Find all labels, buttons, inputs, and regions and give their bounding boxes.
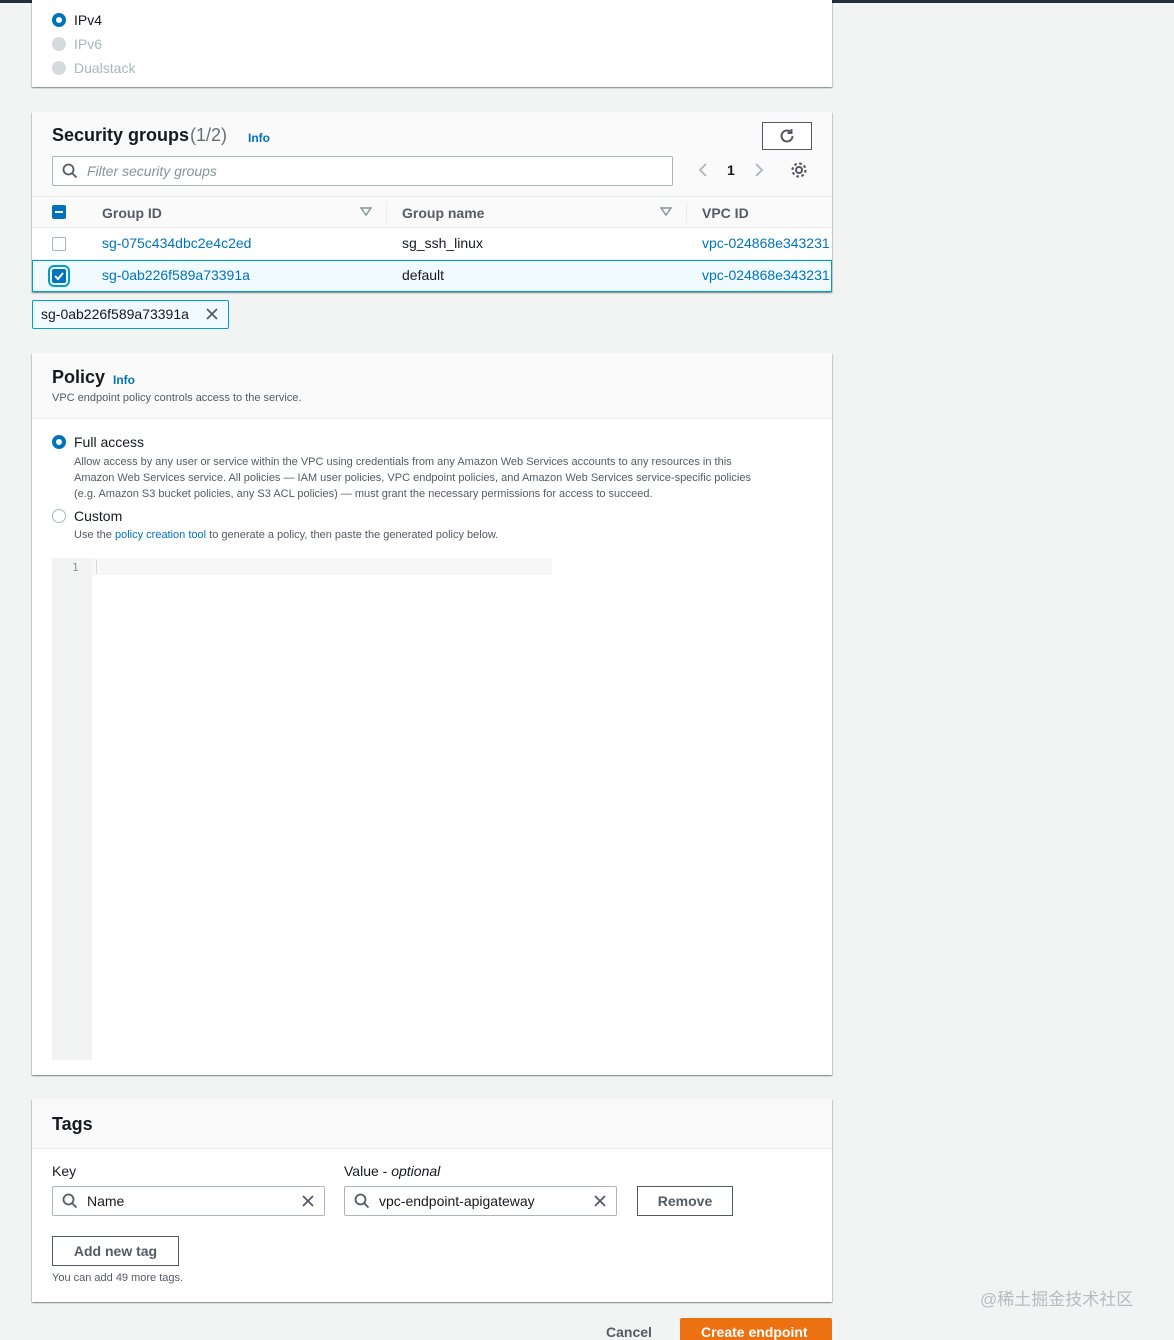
custom-desc-suffix: to generate a policy, then paste the gen… <box>209 529 499 541</box>
refresh-icon <box>780 129 794 143</box>
radio-ipv6-label: IPv6 <box>74 36 103 52</box>
sort-icon[interactable] <box>360 207 372 217</box>
radio-dualstack-label: Dualstack <box>74 60 136 76</box>
tag-value-input[interactable]: vpc-endpoint-apigateway <box>344 1186 617 1216</box>
policy-editor[interactable]: 1 <box>52 558 552 1060</box>
close-icon[interactable] <box>205 307 219 321</box>
search-icon <box>354 1193 370 1209</box>
gear-icon[interactable] <box>790 161 808 179</box>
clear-icon[interactable] <box>301 1194 315 1208</box>
group-id-link[interactable]: sg-075c434dbc2e4c2ed <box>102 235 251 251</box>
security-groups-panel: Security groups (1/2) Info Filter securi… <box>32 112 832 292</box>
search-icon <box>62 163 78 179</box>
tag-key-value: Name <box>87 1193 125 1209</box>
radio-selected-icon <box>52 435 66 449</box>
tags-hint: You can add 49 more tags. <box>52 1272 184 1284</box>
search-icon <box>62 1193 78 1209</box>
table-row-selected[interactable]: sg-0ab226f589a73391a default vpc-024868e… <box>32 260 832 292</box>
group-name-cell: sg_ssh_linux <box>402 235 483 251</box>
add-new-tag-button[interactable]: Add new tag <box>52 1236 179 1266</box>
editor-cursor <box>96 560 97 574</box>
radio-selected-icon <box>52 13 66 27</box>
selection-count: (1/2) <box>190 125 228 145</box>
token-label: sg-0ab226f589a73391a <box>41 306 189 322</box>
radio-unselected-icon <box>52 509 66 523</box>
value-label-text: Value - <box>344 1163 392 1179</box>
custom-description: Use the policy creation tool to generate… <box>74 529 498 541</box>
info-link[interactable]: Info <box>113 373 135 387</box>
tag-key-input[interactable]: Name <box>52 1186 325 1216</box>
row-checkbox[interactable] <box>52 237 66 251</box>
group-id-link[interactable]: sg-0ab226f589a73391a <box>102 267 250 283</box>
full-access-description: Allow access by any user or service with… <box>74 456 732 468</box>
policy-header: Policy Info VPC endpoint policy controls… <box>32 353 832 419</box>
tags-panel: Tags Key Value - optional Name vpc-endpo… <box>32 1099 832 1302</box>
filter-placeholder: Filter security groups <box>87 163 217 179</box>
policy-panel: Policy Info VPC endpoint policy controls… <box>32 353 832 1075</box>
tags-header: Tags <box>32 1099 832 1149</box>
section-title: Policy <box>52 367 106 387</box>
value-label: Value - optional <box>344 1163 440 1179</box>
tag-value-value: vpc-endpoint-apigateway <box>379 1193 535 1209</box>
column-header-vpc-id[interactable]: VPC ID <box>702 205 749 221</box>
column-header-group-id[interactable]: Group ID <box>102 205 162 221</box>
watermark: @稀土掘金技术社区 <box>980 1290 1134 1309</box>
custom-label: Custom <box>74 508 123 524</box>
table-row[interactable]: sg-075c434dbc2e4c2ed sg_ssh_linux vpc-02… <box>32 228 832 260</box>
cancel-button[interactable]: Cancel <box>606 1324 652 1340</box>
section-description: VPC endpoint policy controls access to t… <box>52 392 302 404</box>
create-endpoint-label: Create endpoint <box>701 1324 808 1340</box>
clear-icon[interactable] <box>593 1194 607 1208</box>
info-link[interactable]: Info <box>248 131 270 145</box>
radio-disabled-icon <box>52 37 66 51</box>
page-number[interactable]: 1 <box>727 162 735 178</box>
vpc-id-link[interactable]: vpc-024868e343231 <box>702 235 830 251</box>
selected-group-token: sg-0ab226f589a73391a <box>32 300 229 329</box>
editor-active-line <box>92 558 552 575</box>
section-title: Tags <box>52 1114 93 1134</box>
full-access-label: Full access <box>74 434 145 450</box>
check-icon <box>54 272 64 281</box>
sort-icon[interactable] <box>660 207 672 217</box>
value-optional: optional <box>391 1163 441 1179</box>
policy-creation-tool-link[interactable]: policy creation tool <box>115 529 206 541</box>
key-label: Key <box>52 1163 77 1179</box>
table-header-row: Group ID Group name VPC ID <box>32 196 832 228</box>
security-groups-header: Security groups (1/2) Info Filter securi… <box>32 112 832 196</box>
chevron-left-icon[interactable] <box>697 162 709 178</box>
select-all-checkbox[interactable] <box>52 205 66 219</box>
vpc-id-link[interactable]: vpc-024868e343231 <box>702 267 830 283</box>
chevron-right-icon[interactable] <box>753 162 765 178</box>
column-header-group-name[interactable]: Group name <box>402 205 484 221</box>
full-access-description: (e.g. Amazon S3 bucket policies, any S3 … <box>74 488 653 500</box>
line-number: 1 <box>72 561 79 574</box>
editor-gutter: 1 <box>52 558 92 1060</box>
ip-address-type-panel: IPv4 IPv6 Dualstack <box>32 0 832 87</box>
custom-desc-prefix: Use the <box>74 529 112 541</box>
row-checkbox-checked[interactable] <box>48 265 70 287</box>
radio-disabled-icon <box>52 61 66 75</box>
filter-security-groups-input[interactable]: Filter security groups <box>52 156 673 186</box>
group-name-cell: default <box>402 267 445 283</box>
full-access-description: Amazon Web Services service. All policie… <box>74 472 751 484</box>
refresh-button[interactable] <box>762 122 812 150</box>
remove-tag-button[interactable]: Remove <box>637 1186 733 1216</box>
create-endpoint-button[interactable]: Create endpoint <box>680 1318 832 1340</box>
section-title: Security groups <box>52 125 190 145</box>
radio-ipv4-label: IPv4 <box>74 12 103 28</box>
